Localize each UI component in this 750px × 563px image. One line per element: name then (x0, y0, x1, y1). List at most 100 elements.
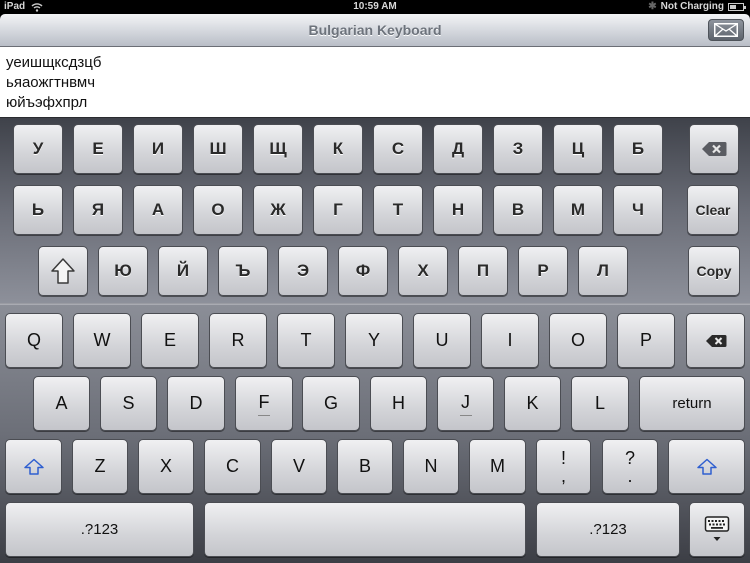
copy-button[interactable]: Copy (688, 246, 740, 296)
system-keyboard: Q W E R T Y U I O P A S D F G H J K L re… (0, 304, 750, 563)
key-r[interactable]: R (209, 313, 267, 368)
key-g[interactable]: G (302, 376, 360, 431)
key-yu-cyr[interactable]: Ю (98, 246, 148, 296)
key-p-cyr[interactable]: П (458, 246, 508, 296)
keyboard-hide-icon (704, 515, 730, 541)
key-ch-cyr[interactable]: Ч (613, 185, 663, 235)
bluetooth-icon: ✱ (648, 1, 657, 12)
key-e-cyr[interactable]: Е (73, 124, 123, 174)
key-v[interactable]: V (271, 439, 327, 494)
key-f[interactable]: F (235, 376, 293, 431)
key-j-label: J (461, 391, 470, 412)
key-i[interactable]: I (481, 313, 539, 368)
key-y-short-cyr[interactable]: Й (158, 246, 208, 296)
key-l-cyr[interactable]: Л (578, 246, 628, 296)
key-sh-cyr[interactable]: Ш (193, 124, 243, 174)
key-k[interactable]: K (504, 376, 561, 431)
key-question-label: ? (624, 447, 635, 468)
key-period-label: . (627, 465, 633, 486)
bulgarian-keyboard: У Е И Ш Щ К С Д З Ц Б Ь Я А О Ж Г Т Н В … (0, 117, 750, 304)
key-h-cyr[interactable]: Х (398, 246, 448, 296)
status-bar: iPad 10:59 AM ✱ Not Charging (0, 0, 750, 14)
key-b[interactable]: B (337, 439, 393, 494)
key-e[interactable]: E (141, 313, 199, 368)
charging-status: Not Charging (660, 1, 724, 12)
delete-icon (702, 142, 727, 156)
key-p[interactable]: P (617, 313, 675, 368)
key-t-cyr[interactable]: Т (373, 185, 423, 235)
key-v-cyr[interactable]: В (493, 185, 543, 235)
key-exclaim-label: ! (560, 447, 566, 468)
numbers-button-right[interactable]: .?123 (536, 502, 680, 557)
text-line: юйъэфхпрл (6, 94, 88, 111)
key-o[interactable]: O (549, 313, 607, 368)
backspace-button[interactable] (686, 313, 745, 368)
text-line: уеишщксдзцб (6, 54, 102, 71)
key-e-rev-cyr[interactable]: Э (278, 246, 328, 296)
key-u-cyr[interactable]: У (13, 124, 63, 174)
navigation-bar: Bulgarian Keyboard (0, 14, 750, 47)
space-bar[interactable] (204, 502, 526, 557)
key-c[interactable]: C (204, 439, 261, 494)
key-comma-label: , (560, 465, 566, 486)
numbers-button-left[interactable]: .?123 (5, 502, 194, 557)
key-q[interactable]: Q (5, 313, 63, 368)
email-button[interactable] (708, 19, 744, 41)
key-exclaim-comma[interactable]: ! , (536, 439, 591, 494)
key-j[interactable]: J (437, 376, 494, 431)
key-i-cyr[interactable]: И (133, 124, 183, 174)
shift-icon (51, 258, 75, 284)
key-zh-cyr[interactable]: Ж (253, 185, 303, 235)
clear-button[interactable]: Clear (687, 185, 739, 235)
key-h[interactable]: H (370, 376, 427, 431)
key-ts-cyr[interactable]: Ц (553, 124, 603, 174)
key-n[interactable]: N (403, 439, 459, 494)
key-ya-cyr[interactable]: Я (73, 185, 123, 235)
key-d-cyr[interactable]: Д (433, 124, 483, 174)
key-m-cyr[interactable]: М (553, 185, 603, 235)
key-r-cyr[interactable]: Р (518, 246, 568, 296)
key-l[interactable]: L (571, 376, 629, 431)
key-u[interactable]: U (413, 313, 471, 368)
key-t[interactable]: T (277, 313, 335, 368)
key-a-cyr[interactable]: А (133, 185, 183, 235)
key-f-cyr[interactable]: Ф (338, 246, 388, 296)
key-f-label: F (258, 391, 270, 412)
key-b-cyr[interactable]: Б (613, 124, 663, 174)
key-z[interactable]: Z (72, 439, 128, 494)
key-x[interactable]: X (138, 439, 194, 494)
hide-keyboard-button[interactable] (689, 502, 745, 557)
home-row-marker (459, 414, 472, 416)
key-y[interactable]: Y (345, 313, 403, 368)
delete-button[interactable] (689, 124, 739, 174)
key-n-cyr[interactable]: Н (433, 185, 483, 235)
key-question-period[interactable]: ? . (602, 439, 658, 494)
key-o-cyr[interactable]: О (193, 185, 243, 235)
key-w[interactable]: W (73, 313, 131, 368)
key-g-cyr[interactable]: Г (313, 185, 363, 235)
clock: 10:59 AM (353, 1, 397, 12)
backspace-icon (705, 334, 726, 347)
shift-button-right[interactable] (668, 439, 745, 494)
return-button[interactable]: return (639, 376, 745, 431)
battery-icon (728, 2, 746, 11)
key-s[interactable]: S (100, 376, 157, 431)
shift-button-left[interactable] (5, 439, 62, 494)
key-a[interactable]: A (33, 376, 90, 431)
key-z-cyr[interactable]: З (493, 124, 543, 174)
key-m[interactable]: M (469, 439, 526, 494)
page-title: Bulgarian Keyboard (308, 22, 442, 38)
text-line: ьяаожгтнвмч (6, 74, 96, 91)
home-row-marker (258, 414, 270, 416)
text-output-area[interactable]: уеишщксдзцб ьяаожгтнвмч юйъэфхпрл (0, 47, 750, 117)
key-d[interactable]: D (167, 376, 225, 431)
envelope-icon (714, 23, 738, 37)
shift-icon (23, 458, 44, 475)
key-soft-sign-cyr[interactable]: Ь (13, 185, 63, 235)
shift-button-cyr[interactable] (38, 246, 88, 296)
key-k-cyr[interactable]: К (313, 124, 363, 174)
key-hard-sign-cyr[interactable]: Ъ (218, 246, 268, 296)
key-s-cyr[interactable]: С (373, 124, 423, 174)
key-sht-cyr[interactable]: Щ (253, 124, 303, 174)
shift-icon (696, 458, 717, 475)
